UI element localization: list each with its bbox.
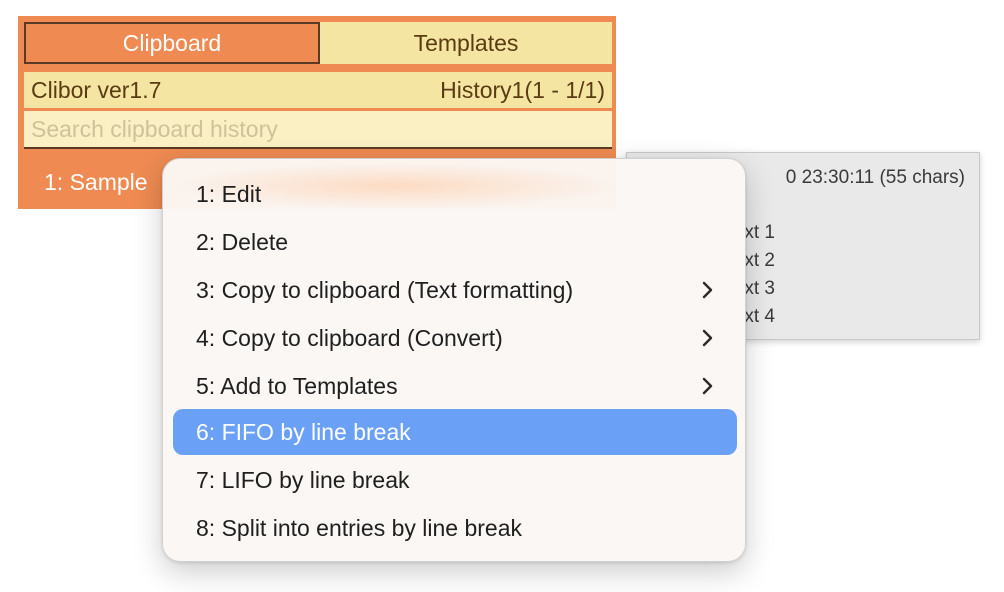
menu-item-lifo[interactable]: 7: LIFO by line break (173, 457, 737, 503)
menu-item-label: 6: FIFO by line break (196, 418, 411, 445)
menu-item-label: 2: Delete (196, 228, 289, 255)
search-input[interactable] (24, 111, 612, 149)
tab-bar: Clipboard Templates (24, 22, 612, 64)
chevron-right-icon (702, 377, 713, 395)
menu-item-label: 4: Copy to clipboard (Convert) (196, 324, 503, 351)
menu-item-split-entries[interactable]: 8: Split into entries by line break (173, 505, 737, 551)
menu-item-add-to-templates[interactable]: 5: Add to Templates (173, 363, 737, 409)
menu-item-delete[interactable]: 2: Delete (173, 219, 737, 265)
chevron-right-icon (702, 281, 713, 299)
context-menu: 1: Edit 2: Delete 3: Copy to clipboard (… (162, 158, 746, 562)
tab-templates[interactable]: Templates (320, 22, 612, 64)
version-label: Clibor ver1.7 (31, 76, 162, 103)
menu-item-label: 8: Split into entries by line break (196, 514, 523, 541)
menu-item-label: 1: Edit (196, 180, 262, 207)
chevron-right-icon (702, 329, 713, 347)
tab-clipboard[interactable]: Clipboard (24, 22, 320, 64)
menu-item-label: 3: Copy to clipboard (Text formatting) (196, 276, 574, 303)
menu-item-edit[interactable]: 1: Edit (173, 171, 737, 217)
menu-item-fifo[interactable]: 6: FIFO by line break (173, 409, 737, 455)
menu-item-copy-convert[interactable]: 4: Copy to clipboard (Convert) (173, 315, 737, 361)
history-label: History1(1 - 1/1) (440, 76, 605, 103)
history-entry-label: 1: Sample (44, 168, 148, 195)
info-bar: Clibor ver1.7 History1(1 - 1/1) (24, 72, 612, 108)
menu-item-label: 5: Add to Templates (196, 372, 398, 399)
menu-item-label: 7: LIFO by line break (196, 466, 410, 493)
menu-item-copy-text-formatting[interactable]: 3: Copy to clipboard (Text formatting) (173, 267, 737, 313)
